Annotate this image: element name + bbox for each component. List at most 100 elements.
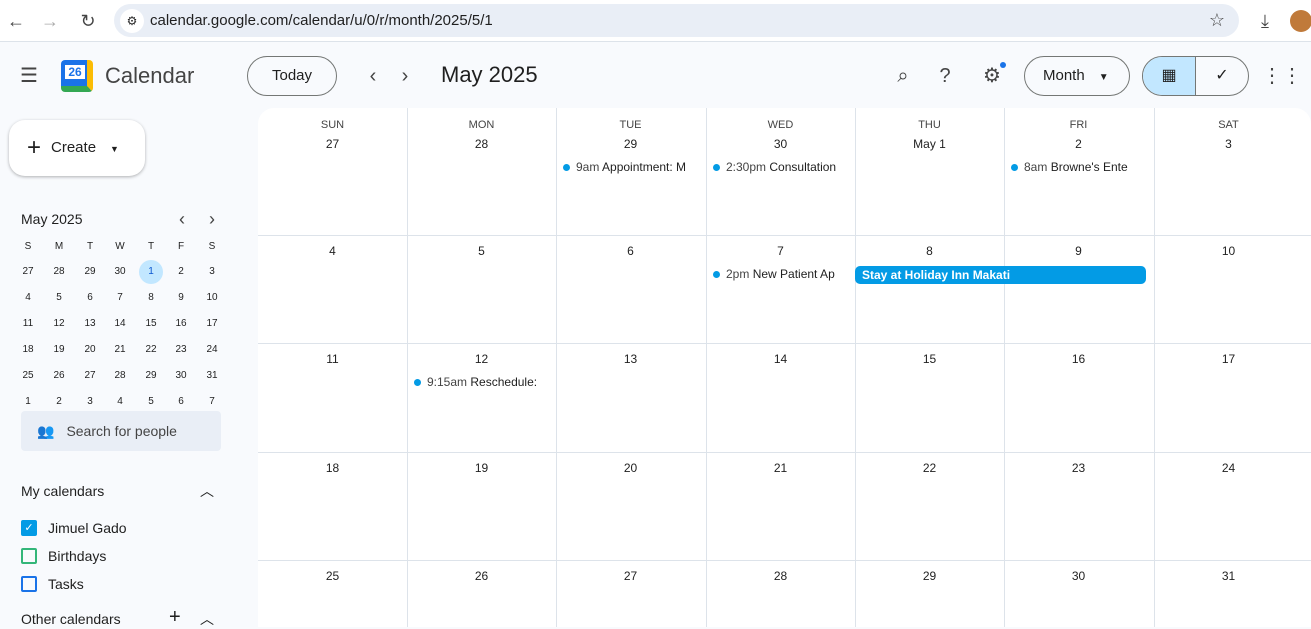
bookmark-star-icon[interactable]: ☆ (1209, 10, 1225, 31)
day-number[interactable]: 31 (1154, 569, 1303, 583)
event-chip[interactable]: 9:15am Reschedule: (414, 375, 544, 389)
prev-month-icon[interactable]: ‹ (358, 61, 388, 91)
profile-avatar[interactable] (1290, 10, 1311, 32)
main-menu-icon[interactable]: ☰ (14, 61, 44, 91)
day-number[interactable]: 29 (556, 137, 705, 151)
all-day-event[interactable]: Stay at Holiday Inn Makati (855, 266, 1146, 284)
mini-day[interactable]: 23 (169, 338, 193, 362)
day-number[interactable]: 13 (556, 352, 705, 366)
mini-day[interactable]: 14 (108, 312, 132, 336)
day-number[interactable]: 27 (556, 569, 705, 583)
calendar-view-icon[interactable]: ▦ (1143, 57, 1196, 95)
mini-day[interactable]: 16 (169, 312, 193, 336)
day-number[interactable]: 14 (706, 352, 855, 366)
day-number[interactable]: 24 (1154, 461, 1303, 475)
mini-day[interactable]: 31 (200, 364, 224, 388)
day-number[interactable]: 18 (258, 461, 407, 475)
search-icon[interactable]: ⌕ (888, 61, 918, 91)
day-number[interactable]: 19 (407, 461, 556, 475)
mini-prev-icon[interactable]: ‹ (167, 204, 197, 234)
calendar-checkbox[interactable] (21, 576, 37, 592)
forward-icon[interactable]: → (38, 9, 62, 33)
mini-day[interactable]: 28 (108, 364, 132, 388)
calendar-checkbox[interactable] (21, 548, 37, 564)
day-number[interactable]: 30 (706, 137, 855, 151)
mini-day[interactable]: 8 (139, 286, 163, 310)
day-number[interactable]: 27 (258, 137, 407, 151)
day-number[interactable]: 10 (1154, 244, 1303, 258)
apps-grid-icon[interactable]: ⋮⋮ (1262, 61, 1302, 91)
tasks-view-icon[interactable]: ✓ (1196, 57, 1248, 95)
mini-day[interactable]: 4 (16, 286, 40, 310)
calendar-item[interactable]: ✓ Jimuel Gado (21, 518, 221, 538)
day-number[interactable]: 6 (556, 244, 705, 258)
add-calendar-icon[interactable]: + (169, 606, 181, 629)
mini-day[interactable]: 13 (78, 312, 102, 336)
event-chip[interactable]: 2:30pm Consultation (713, 160, 843, 174)
day-number[interactable]: 21 (706, 461, 855, 475)
calendar-item[interactable]: Birthdays (21, 546, 221, 566)
mini-day[interactable]: 5 (47, 286, 71, 310)
mini-day[interactable]: 18 (16, 338, 40, 362)
mini-day[interactable]: 26 (47, 364, 71, 388)
help-icon[interactable]: ? (930, 61, 960, 91)
site-settings-icon[interactable]: ⚙ (120, 9, 144, 33)
day-number[interactable]: 29 (855, 569, 1004, 583)
calendar-tasks-toggle[interactable]: ▦ ✓ (1142, 56, 1249, 96)
day-number[interactable]: 11 (258, 352, 407, 366)
mini-day[interactable]: 25 (16, 364, 40, 388)
back-icon[interactable]: ← (4, 9, 28, 33)
address-bar[interactable]: ⚙ calendar.google.com/calendar/u/0/r/mon… (114, 4, 1239, 37)
mini-day[interactable]: 10 (200, 286, 224, 310)
mini-day[interactable]: 7 (108, 286, 132, 310)
day-number[interactable]: 7 (706, 244, 855, 258)
download-icon[interactable]: ⤓ (1253, 9, 1277, 33)
day-number[interactable]: 2 (1004, 137, 1153, 151)
mini-next-icon[interactable]: › (197, 204, 227, 234)
search-people-input[interactable]: 👥 Search for people (21, 411, 221, 451)
event-chip[interactable]: 9am Appointment: M (563, 160, 693, 174)
day-number[interactable]: 16 (1004, 352, 1153, 366)
mini-day[interactable]: 19 (47, 338, 71, 362)
create-button[interactable]: + Create ▼ (9, 120, 145, 176)
day-number[interactable]: 22 (855, 461, 1004, 475)
day-number[interactable]: 17 (1154, 352, 1303, 366)
day-number[interactable]: 28 (706, 569, 855, 583)
day-number[interactable]: 4 (258, 244, 407, 258)
day-number[interactable]: 12 (407, 352, 556, 366)
day-number[interactable]: 5 (407, 244, 556, 258)
mini-day[interactable]: 24 (200, 338, 224, 362)
mini-day[interactable]: 28 (47, 260, 71, 284)
collapse-icon[interactable]: ︿ (200, 609, 214, 629)
other-calendars-heading[interactable]: Other calendars (21, 611, 121, 627)
mini-day[interactable]: 30 (169, 364, 193, 388)
day-number[interactable]: 28 (407, 137, 556, 151)
day-number[interactable]: 8 (855, 244, 1004, 258)
mini-day[interactable]: 3 (200, 260, 224, 284)
collapse-icon[interactable]: ︿ (200, 481, 214, 501)
calendar-item[interactable]: Tasks (21, 574, 221, 594)
day-number[interactable]: 25 (258, 569, 407, 583)
my-calendars-heading[interactable]: My calendars (21, 483, 104, 499)
mini-day[interactable]: 30 (108, 260, 132, 284)
mini-day[interactable]: 27 (78, 364, 102, 388)
event-chip[interactable]: 2pm New Patient Ap (713, 267, 843, 281)
calendar-checkbox[interactable]: ✓ (21, 520, 37, 536)
mini-day[interactable]: 22 (139, 338, 163, 362)
next-month-icon[interactable]: › (390, 61, 420, 91)
day-number[interactable]: May 1 (855, 137, 1004, 151)
day-number[interactable]: 26 (407, 569, 556, 583)
mini-day[interactable]: 27 (16, 260, 40, 284)
mini-day[interactable]: 1 (139, 260, 163, 284)
mini-day[interactable]: 15 (139, 312, 163, 336)
mini-day[interactable]: 2 (169, 260, 193, 284)
day-number[interactable]: 30 (1004, 569, 1153, 583)
mini-day[interactable]: 21 (108, 338, 132, 362)
day-number[interactable]: 9 (1004, 244, 1153, 258)
day-number[interactable]: 15 (855, 352, 1004, 366)
mini-day[interactable]: 20 (78, 338, 102, 362)
mini-day[interactable]: 11 (16, 312, 40, 336)
today-button[interactable]: Today (247, 56, 337, 96)
reload-icon[interactable]: ↻ (76, 9, 100, 33)
mini-day[interactable]: 29 (78, 260, 102, 284)
